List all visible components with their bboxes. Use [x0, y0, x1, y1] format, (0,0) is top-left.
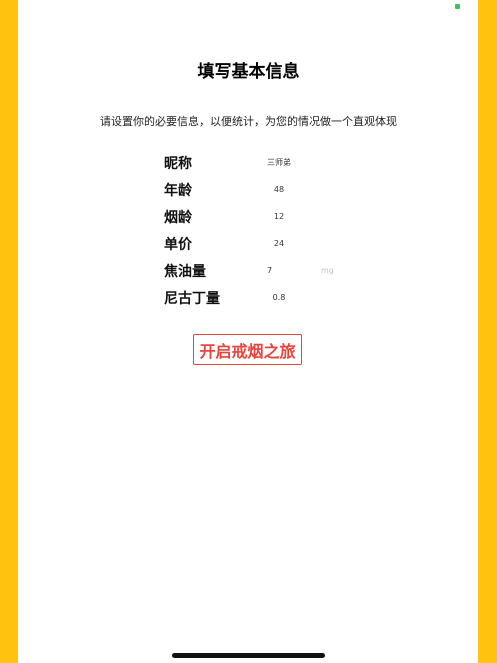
- form-row-nicotine: 尼古丁量: [164, 288, 364, 308]
- home-indicator[interactable]: [172, 653, 325, 658]
- nicotine-input[interactable]: [259, 288, 299, 306]
- form-row-unit-price: 单价: [164, 234, 364, 254]
- smoking-years-input[interactable]: [259, 207, 299, 225]
- form-row-tar: 焦油量 mg: [164, 261, 364, 281]
- form-row-smoking-years: 烟龄: [164, 207, 364, 227]
- tar-input[interactable]: [267, 261, 307, 279]
- nickname-label: 昵称: [164, 156, 192, 172]
- nicotine-label: 尼古丁量: [164, 291, 220, 307]
- page-subtitle: 请设置你的必要信息，以便统计，为您的情况做一个直观体现: [100, 115, 397, 128]
- start-quit-journey-button[interactable]: 开启戒烟之旅: [193, 334, 302, 365]
- smoking-years-label: 烟龄: [164, 210, 192, 226]
- tar-label: 焦油量: [164, 264, 206, 280]
- nickname-input[interactable]: [259, 153, 299, 171]
- age-label: 年龄: [164, 183, 192, 199]
- page-title: 填写基本信息: [197, 62, 300, 82]
- unit-price-label: 单价: [164, 237, 192, 253]
- form-row-age: 年龄: [164, 180, 364, 200]
- status-indicator-icon: [455, 4, 460, 9]
- tar-unit-hint: mg: [321, 266, 334, 275]
- main-page: [18, 0, 478, 663]
- age-input[interactable]: [259, 180, 299, 198]
- form-row-nickname: 昵称: [164, 153, 364, 173]
- unit-price-input[interactable]: [259, 234, 299, 252]
